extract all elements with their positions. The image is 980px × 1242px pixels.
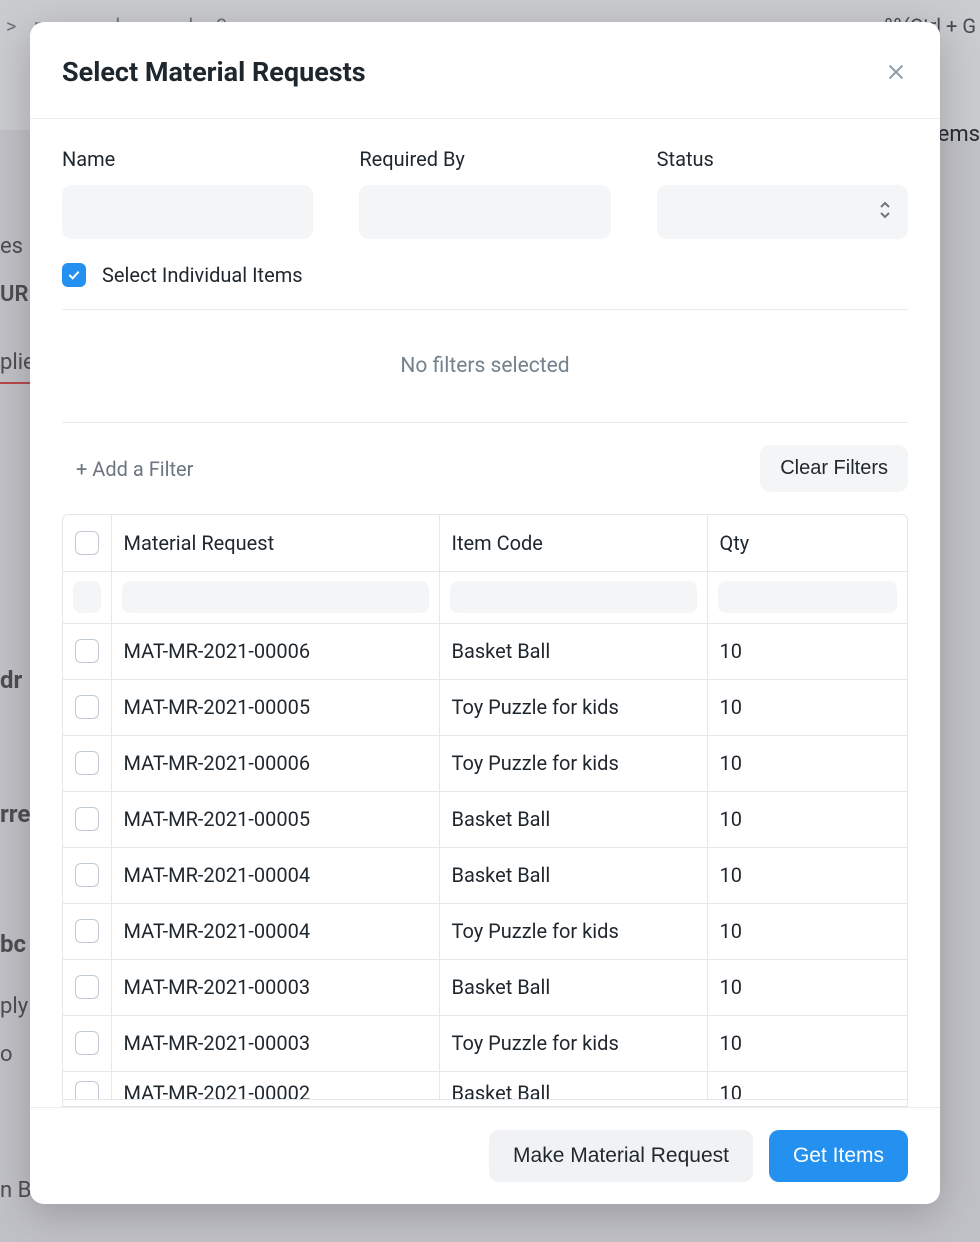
row-checkbox[interactable] <box>75 751 99 775</box>
header-checkbox-cell <box>63 515 111 571</box>
col-filter-qty[interactable] <box>718 581 898 613</box>
cell-material-request: MAT-MR-2021-00002 <box>111 1071 439 1099</box>
cell-qty: 10 <box>707 679 907 735</box>
col-filter-material-request[interactable] <box>122 581 429 613</box>
cell-qty: 10 <box>707 623 907 679</box>
cell-item-code: Basket Ball <box>439 959 707 1015</box>
cell-item-code: Toy Puzzle for kids <box>439 735 707 791</box>
clear-filters-button[interactable]: Clear Filters <box>760 445 908 492</box>
cell-item-code: Basket Ball <box>439 847 707 903</box>
filter-fields-row: Name Required By Status <box>62 147 908 239</box>
cell-qty: 10 <box>707 959 907 1015</box>
select-individual-row: Select Individual Items <box>62 263 908 287</box>
status-select[interactable] <box>657 185 908 239</box>
row-checkbox[interactable] <box>75 639 99 663</box>
required-by-label: Required By <box>359 147 610 171</box>
table-column-filter-row <box>63 571 907 623</box>
row-checkbox[interactable] <box>75 975 99 999</box>
filter-field-status: Status <box>657 147 908 239</box>
cell-qty: 10 <box>707 1015 907 1071</box>
col-filter-check <box>73 581 101 613</box>
cell-item-code: Basket Ball <box>439 623 707 679</box>
table-row[interactable]: MAT-MR-2021-00006Basket Ball10 <box>63 623 907 679</box>
row-checkbox[interactable] <box>75 919 99 943</box>
results-table: Material Request Item Code Qty MAT-MR-20… <box>63 515 907 1100</box>
dialog-title: Select Material Requests <box>62 56 366 88</box>
header-item-code: Item Code <box>439 515 707 571</box>
header-material-request: Material Request <box>111 515 439 571</box>
table-row-partial[interactable]: MAT-MR-2021-00002Basket Ball10 <box>63 1071 907 1099</box>
required-by-input[interactable] <box>359 185 610 239</box>
row-checkbox[interactable] <box>75 863 99 887</box>
cell-item-code: Toy Puzzle for kids <box>439 679 707 735</box>
close-button[interactable] <box>884 60 908 84</box>
select-individual-label: Select Individual Items <box>102 263 303 287</box>
cell-qty: 10 <box>707 847 907 903</box>
no-filters-text: No filters selected <box>62 310 908 422</box>
cell-material-request: MAT-MR-2021-00003 <box>111 959 439 1015</box>
name-label: Name <box>62 147 313 171</box>
cell-item-code: Basket Ball <box>439 791 707 847</box>
cell-material-request: MAT-MR-2021-00006 <box>111 735 439 791</box>
dialog-header: Select Material Requests <box>30 22 940 119</box>
dialog-body: Name Required By Status Sel <box>30 119 940 1107</box>
table-row[interactable]: MAT-MR-2021-00005Basket Ball10 <box>63 791 907 847</box>
select-material-requests-dialog: Select Material Requests Name Required B… <box>30 22 940 1204</box>
cell-qty: 10 <box>707 903 907 959</box>
header-qty: Qty <box>707 515 907 571</box>
table-row[interactable]: MAT-MR-2021-00003Toy Puzzle for kids10 <box>63 1015 907 1071</box>
table-row[interactable]: MAT-MR-2021-00006Toy Puzzle for kids10 <box>63 735 907 791</box>
cell-item-code: Basket Ball <box>439 1071 707 1099</box>
status-label: Status <box>657 147 908 171</box>
cell-material-request: MAT-MR-2021-00005 <box>111 791 439 847</box>
cell-qty: 10 <box>707 1071 907 1099</box>
name-input[interactable] <box>62 185 313 239</box>
cell-qty: 10 <box>707 791 907 847</box>
select-all-checkbox[interactable] <box>75 531 99 555</box>
row-checkbox[interactable] <box>75 807 99 831</box>
table-row[interactable]: MAT-MR-2021-00004Toy Puzzle for kids10 <box>63 903 907 959</box>
make-material-request-button[interactable]: Make Material Request <box>489 1130 753 1182</box>
cell-item-code: Toy Puzzle for kids <box>439 1015 707 1071</box>
cell-material-request: MAT-MR-2021-00004 <box>111 903 439 959</box>
row-checkbox[interactable] <box>75 695 99 719</box>
cell-material-request: MAT-MR-2021-00006 <box>111 623 439 679</box>
col-filter-item-code[interactable] <box>450 581 697 613</box>
filter-field-name: Name <box>62 147 313 239</box>
table-row[interactable]: MAT-MR-2021-00005Toy Puzzle for kids10 <box>63 679 907 735</box>
row-checkbox[interactable] <box>75 1031 99 1055</box>
results-table-wrap: Material Request Item Code Qty MAT-MR-20… <box>62 514 908 1107</box>
filter-actions-row: + Add a Filter Clear Filters <box>62 423 908 514</box>
cell-material-request: MAT-MR-2021-00005 <box>111 679 439 735</box>
select-individual-checkbox[interactable] <box>62 263 86 287</box>
dialog-footer: Make Material Request Get Items <box>30 1107 940 1204</box>
filter-field-required-by: Required By <box>359 147 610 239</box>
cell-item-code: Toy Puzzle for kids <box>439 903 707 959</box>
cell-material-request: MAT-MR-2021-00004 <box>111 847 439 903</box>
get-items-button[interactable]: Get Items <box>769 1130 908 1182</box>
table-row[interactable]: MAT-MR-2021-00003Basket Ball10 <box>63 959 907 1015</box>
close-icon <box>885 61 907 83</box>
table-row[interactable]: MAT-MR-2021-00004Basket Ball10 <box>63 847 907 903</box>
cell-qty: 10 <box>707 735 907 791</box>
table-header-row: Material Request Item Code Qty <box>63 515 907 571</box>
cell-material-request: MAT-MR-2021-00003 <box>111 1015 439 1071</box>
row-checkbox[interactable] <box>75 1081 99 1099</box>
add-filter-button[interactable]: + Add a Filter <box>62 457 193 481</box>
